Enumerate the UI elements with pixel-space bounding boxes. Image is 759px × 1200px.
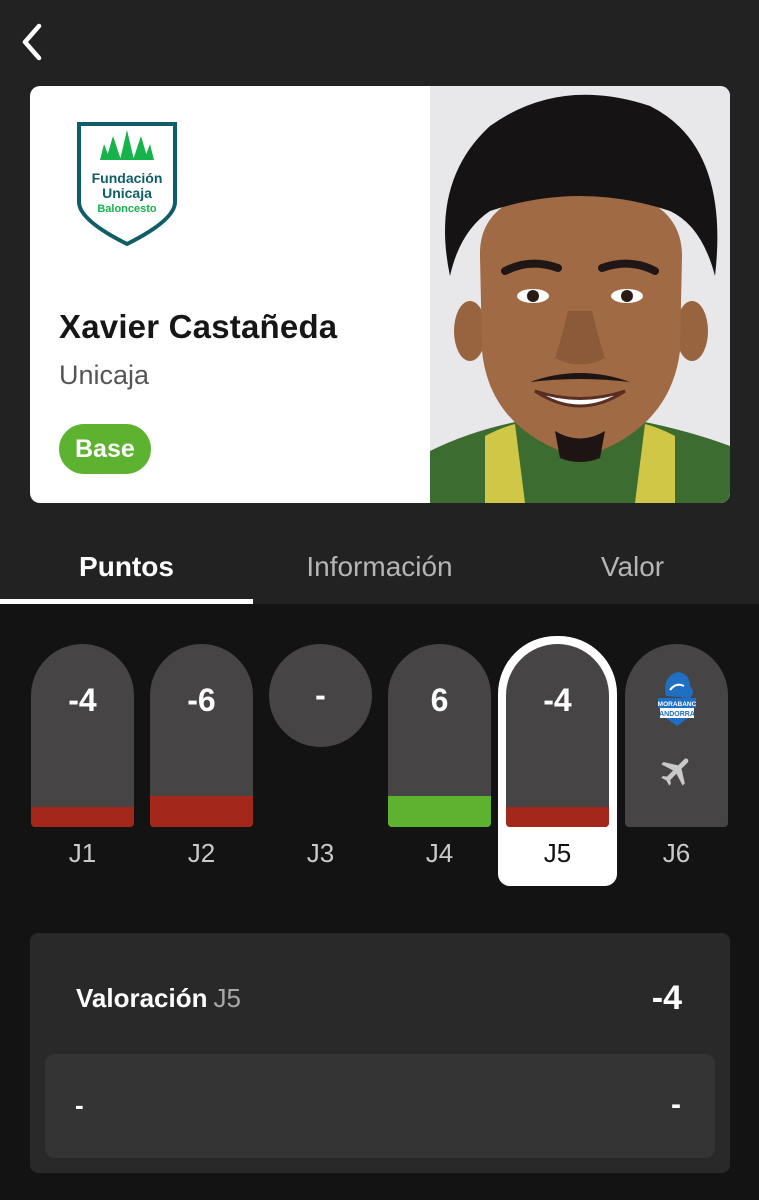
round-label: J3 <box>306 838 335 868</box>
round-score: -4 <box>543 682 572 718</box>
score-bar <box>506 807 609 827</box>
detail-left: - <box>75 1090 84 1120</box>
score-bar <box>388 796 491 827</box>
valoracion-card: Valoración J5 -4 - - <box>30 933 730 1173</box>
round-score: 6 <box>430 682 449 718</box>
position-badge: Base <box>59 424 151 474</box>
tab-valor[interactable]: Valor <box>506 530 759 604</box>
opponent-logo-text-2: ANDORRA <box>659 711 695 718</box>
round-j6[interactable]: MORABANC ANDORRA J6 <box>617 636 736 886</box>
airplane-icon <box>661 758 689 786</box>
detail-right: - <box>671 1088 681 1121</box>
player-card: Fundación Unicaja Baloncesto Xavier Cast… <box>30 86 730 503</box>
valoracion-label: Valoración <box>76 983 208 1013</box>
opponent-logo: MORABANC ANDORRA <box>658 672 697 726</box>
valoracion-score: -4 <box>651 979 682 1017</box>
round-j1[interactable]: -4 J1 <box>23 636 142 886</box>
round-j4[interactable]: 6 J4 <box>380 636 499 886</box>
valoracion-round: J5 <box>213 983 241 1013</box>
round-j5[interactable]: -4 J5 <box>498 636 617 886</box>
player-photo <box>430 86 730 503</box>
score-bar <box>31 807 134 827</box>
round-label: J5 <box>543 838 572 868</box>
tab-informacion[interactable]: Información <box>253 530 506 604</box>
chevron-left-icon <box>22 23 42 61</box>
player-team: Unicaja <box>59 360 150 390</box>
opponent-logo-text-1: MORABANC <box>658 701 697 708</box>
player-name: Xavier Castañeda <box>59 308 338 345</box>
round-score: -6 <box>187 682 216 718</box>
round-j2[interactable]: -6 J2 <box>142 636 261 886</box>
round-label: J6 <box>662 838 691 868</box>
round-label: J2 <box>187 838 216 868</box>
round-upcoming-pill: MORABANC ANDORRA <box>625 644 728 827</box>
player-portrait-image <box>430 86 730 503</box>
round-score-circle: - <box>269 644 372 747</box>
player-info: Fundación Unicaja Baloncesto Xavier Cast… <box>30 86 430 503</box>
round-score-pill: -4 <box>31 644 134 827</box>
round-score: -4 <box>68 682 97 718</box>
logo-text-3: Baloncesto <box>97 203 157 215</box>
round-label: J1 <box>68 838 97 868</box>
valoracion-title: Valoración J5 <box>76 983 241 1014</box>
round-score-pill: 6 <box>388 644 491 827</box>
score-bar <box>150 796 253 827</box>
round-label: J4 <box>425 838 454 868</box>
tab-puntos[interactable]: Puntos <box>0 530 253 604</box>
tab-bar: Puntos Información Valor <box>0 530 759 604</box>
back-button[interactable] <box>10 20 54 64</box>
valoracion-detail-row: - - <box>45 1054 715 1158</box>
logo-text-2: Unicaja <box>102 185 152 201</box>
logo-text-1: Fundación <box>92 170 163 186</box>
team-logo: Fundación Unicaja Baloncesto <box>77 122 177 246</box>
round-score-pill: -6 <box>150 644 253 827</box>
round-score-pill: -4 <box>506 644 609 827</box>
active-tab-indicator <box>0 599 253 604</box>
round-j3[interactable]: - J3 <box>261 636 380 886</box>
